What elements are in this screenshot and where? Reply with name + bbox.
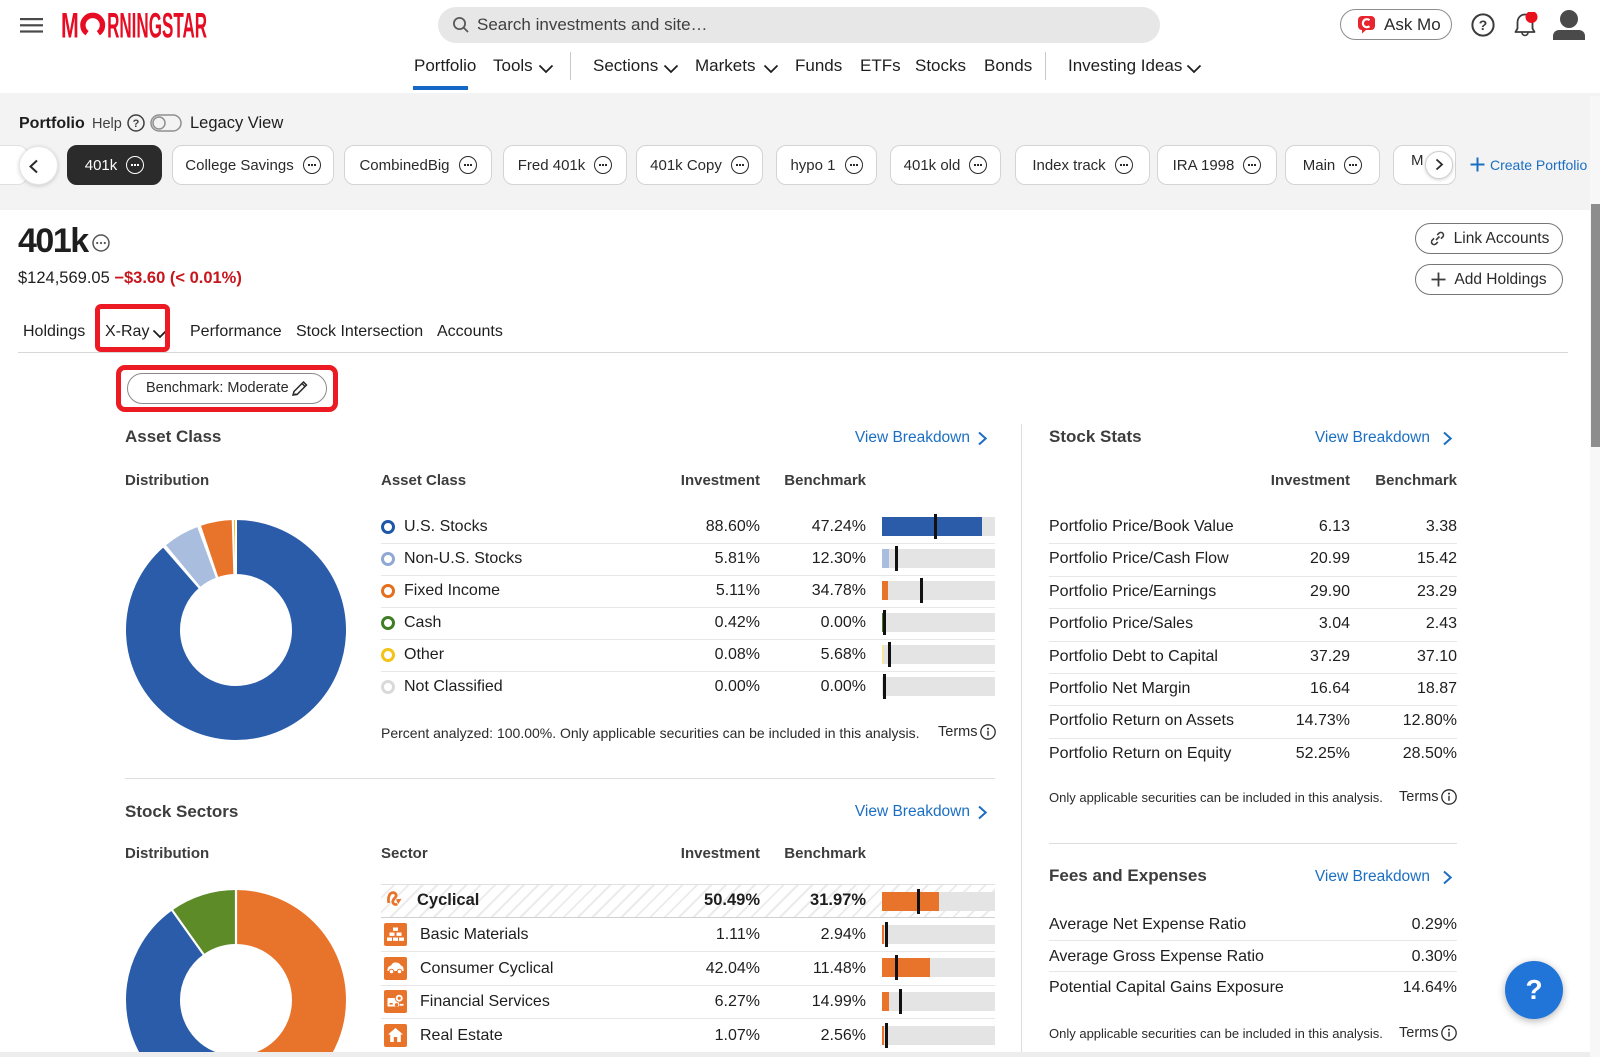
svg-text:?: ? xyxy=(133,118,140,130)
svg-text:?: ? xyxy=(1479,17,1488,33)
svg-text:RNINGSTAR: RNINGSTAR xyxy=(107,11,207,41)
svg-text:M: M xyxy=(61,11,79,41)
